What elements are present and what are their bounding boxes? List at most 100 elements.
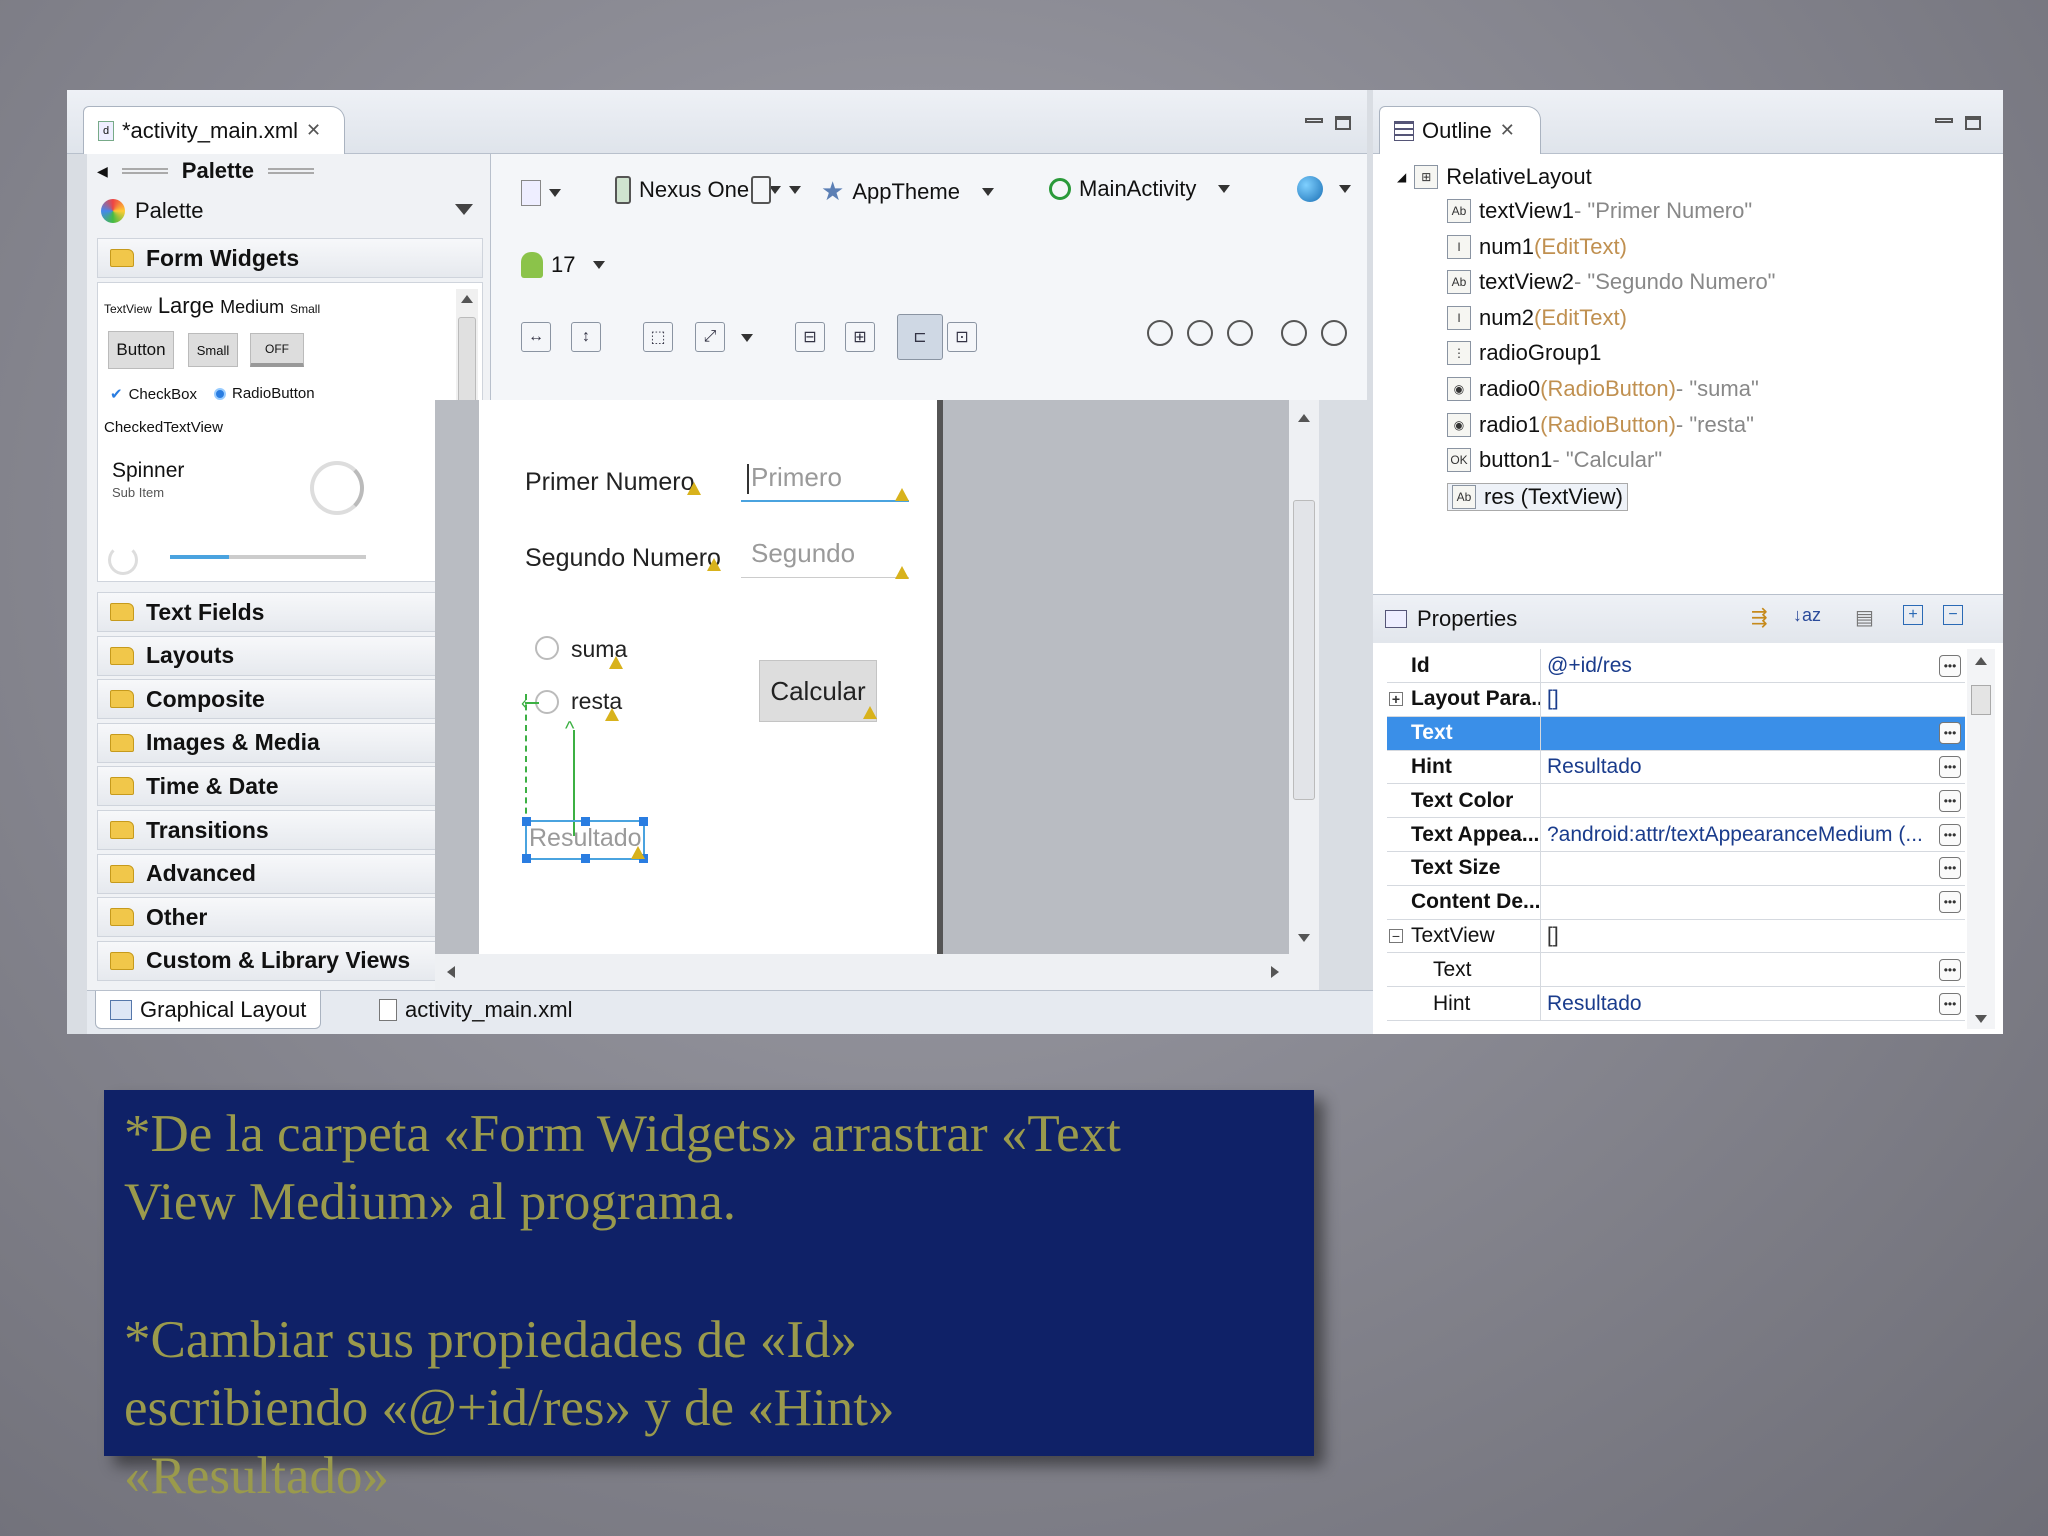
close-icon[interactable]: ✕	[1500, 120, 1515, 141]
palette-dropdown[interactable]: Palette	[97, 192, 483, 230]
palette-folder[interactable]: Images & Media	[97, 722, 483, 763]
property-value[interactable]: ?android:attr/textAppearanceMedium (...	[1541, 823, 1939, 847]
device-screen[interactable]: Primer Numero Primero Segundo Numero Seg…	[479, 400, 937, 954]
scroll-right-icon[interactable]	[1271, 966, 1279, 978]
outline-item[interactable]: OK button1 - "Calcular"	[1447, 447, 1662, 473]
widget-checked-textview[interactable]: CheckedTextView	[104, 419, 223, 436]
property-row[interactable]: − TextView[]	[1387, 919, 1965, 954]
textview-resultado[interactable]: Resultado	[522, 817, 648, 863]
expand-triangle-icon[interactable]: ◢	[1397, 170, 1406, 184]
ellipsis-button[interactable]: •••	[1939, 654, 1961, 677]
resize-handle[interactable]	[522, 854, 531, 863]
label-primer-numero[interactable]: Primer Numero	[525, 468, 694, 497]
maximize-icon[interactable]	[1965, 116, 1981, 130]
filter-icon[interactable]: ⇶	[1751, 605, 1768, 630]
property-row[interactable]: Content De... •••	[1387, 885, 1965, 920]
outline-item[interactable]: Ab textView1 - "Primer Numero"	[1447, 198, 1752, 224]
palette-folder[interactable]: Advanced	[97, 853, 483, 894]
property-row[interactable]: Hint Resultado •••	[1387, 750, 1965, 785]
zoom-actual-icon[interactable]	[1227, 320, 1253, 346]
zoom-out-icon[interactable]	[1281, 320, 1307, 346]
zoom-fit-icon[interactable]	[1187, 320, 1213, 346]
scroll-left-icon[interactable]	[447, 966, 455, 978]
ellipsis-button[interactable]: •••	[1939, 789, 1961, 812]
widget-button[interactable]: Button	[108, 331, 174, 369]
scroll-thumb[interactable]	[1293, 500, 1315, 800]
outline-item[interactable]: Ab res (TextView)	[1447, 482, 1628, 511]
canvas-scrollbar-vertical[interactable]	[1289, 400, 1319, 954]
ellipsis-button[interactable]: •••	[1939, 755, 1961, 778]
property-row[interactable]: Text Appea... ?android:attr/textAppearanc…	[1387, 818, 1965, 852]
minimize-icon[interactable]	[1305, 118, 1323, 123]
outline-tab[interactable]: Outline ✕	[1379, 106, 1541, 154]
resize-handle[interactable]	[581, 854, 590, 863]
scroll-up-icon[interactable]	[461, 295, 473, 303]
outline-item[interactable]: ◉ radio1 (RadioButton) - "resta"	[1447, 412, 1754, 438]
outline-item[interactable]: Inum2 (EditText)	[1447, 305, 1627, 331]
ellipsis-button[interactable]: •••	[1939, 722, 1961, 745]
scroll-up-icon[interactable]	[1298, 414, 1310, 422]
close-icon[interactable]: ✕	[306, 120, 321, 141]
zoom-real-icon[interactable]	[1147, 320, 1173, 346]
property-row[interactable]: Id @+id/res •••	[1387, 649, 1965, 683]
palette-folder[interactable]: Time & Date	[97, 766, 483, 807]
design-canvas[interactable]: Primer Numero Primero Segundo Numero Seg…	[435, 400, 1319, 954]
property-row[interactable]: + Layout Para...[]	[1387, 682, 1965, 717]
tab-graphical-layout[interactable]: Graphical Layout	[95, 991, 322, 1029]
minimize-icon[interactable]	[1935, 118, 1953, 123]
palette-folder[interactable]: Transitions	[97, 810, 483, 850]
label-segundo-numero[interactable]: Segundo Numero	[525, 544, 721, 573]
property-row[interactable]: Text •••	[1387, 716, 1965, 751]
editor-tab[interactable]: d *activity_main.xml ✕	[83, 106, 345, 154]
widget-small-button[interactable]: Small	[188, 333, 238, 367]
palette-folder[interactable]: Custom & Library Views	[97, 940, 483, 981]
canvas-scrollbar-horizontal[interactable]	[435, 954, 1319, 990]
button-calcular[interactable]: Calcular	[759, 660, 877, 722]
sort-alpha-icon[interactable]: ↓az	[1793, 605, 1821, 626]
activity-dropdown[interactable]: MainActivity	[1049, 176, 1231, 202]
select-bounds-icon[interactable]: ⬚	[643, 322, 673, 352]
tree-expand-icon[interactable]: +	[1389, 691, 1403, 707]
property-row[interactable]: Text Color •••	[1387, 784, 1965, 819]
ellipsis-button[interactable]: •••	[1939, 992, 1961, 1015]
widget-checkbox[interactable]: ✔ CheckBox	[110, 385, 197, 404]
small-progress-icon[interactable]	[108, 545, 138, 575]
collapse-left-icon[interactable]: ◀	[97, 163, 108, 180]
align-icon[interactable]: ⊞	[845, 322, 875, 352]
property-row[interactable]: Text Size •••	[1387, 851, 1965, 886]
outline-root[interactable]: ◢ ⊞ RelativeLayout	[1397, 164, 1592, 190]
progress-bar[interactable]	[170, 555, 366, 559]
outline-item[interactable]: Inum1 (EditText)	[1447, 234, 1627, 260]
property-row[interactable]: Hint Resultado •••	[1387, 987, 1965, 1021]
fit-height-icon[interactable]: ↕	[571, 322, 601, 352]
locale-dropdown[interactable]	[1297, 176, 1351, 202]
chevron-down-icon[interactable]	[741, 334, 753, 342]
palette-folder[interactable]: Text Fields	[97, 592, 483, 632]
margin-icon[interactable]: ⊡	[947, 322, 977, 352]
scroll-down-icon[interactable]	[1298, 934, 1310, 942]
property-value[interactable]: @+id/res	[1541, 654, 1939, 678]
maximize-icon[interactable]	[1335, 116, 1351, 130]
folder-form-widgets[interactable]: Form Widgets	[97, 238, 483, 278]
widget-radiobutton[interactable]: RadioButton	[214, 385, 315, 402]
orientation-dropdown[interactable]	[751, 176, 801, 204]
ellipsis-button[interactable]: •••	[1939, 958, 1961, 981]
property-value[interactable]: Resultado	[1541, 755, 1939, 779]
property-value[interactable]: Resultado	[1541, 992, 1939, 1016]
advanced-icon[interactable]: ▤	[1855, 605, 1874, 630]
tree-expand-icon[interactable]: −	[1389, 928, 1403, 944]
fill-icon[interactable]: ⤢	[695, 322, 725, 352]
expand-all-icon[interactable]: +	[1903, 605, 1923, 625]
palette-folder[interactable]: Layouts	[97, 635, 483, 676]
resize-handle[interactable]	[639, 817, 648, 826]
radio-suma[interactable]	[535, 636, 559, 660]
property-row[interactable]: Text •••	[1387, 953, 1965, 988]
scroll-down-icon[interactable]	[1975, 1015, 1987, 1023]
ellipsis-button[interactable]: •••	[1939, 891, 1961, 914]
theme-dropdown[interactable]: ★ AppTheme	[821, 176, 994, 207]
input-segundo[interactable]: Segundo	[741, 532, 909, 578]
progress-ring-icon[interactable]	[310, 461, 364, 515]
tab-xml-source[interactable]: activity_main.xml	[365, 991, 586, 1029]
outline-item[interactable]: ⋮ radioGroup1	[1447, 340, 1601, 366]
property-value[interactable]: []	[1541, 687, 1965, 711]
